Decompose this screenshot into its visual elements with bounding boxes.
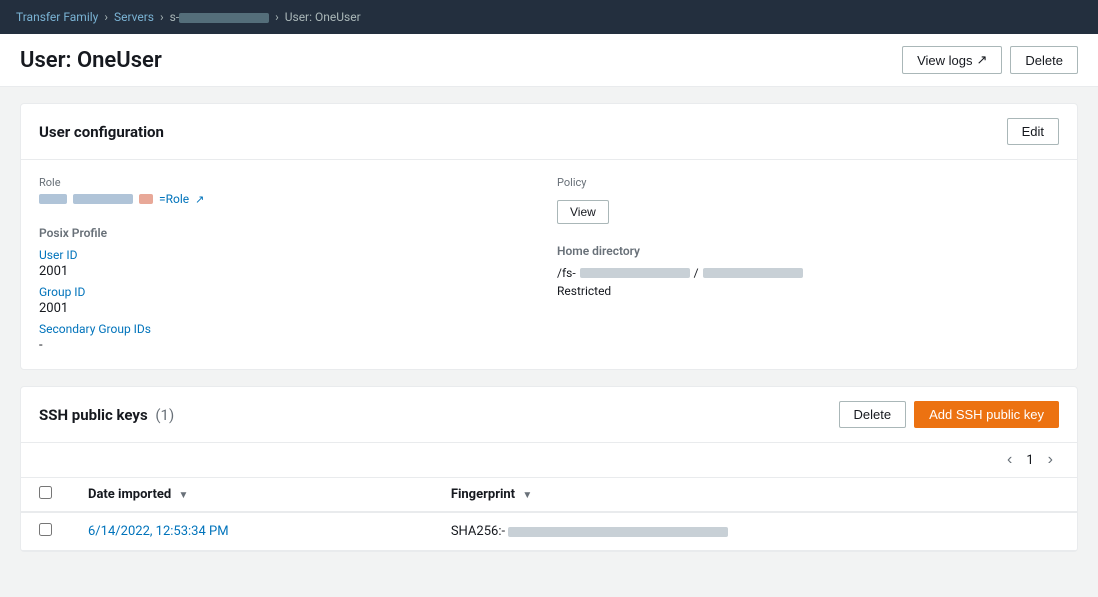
user-config-panel-header: User configuration Edit xyxy=(21,104,1077,160)
restricted-badge: Restricted xyxy=(557,284,1059,298)
fingerprint-col-label: Fingerprint xyxy=(451,487,515,502)
fingerprint-redacted xyxy=(508,527,728,537)
breadcrumb-sep-1: › xyxy=(104,10,108,24)
fingerprint-col-header: Fingerprint ▼ xyxy=(433,478,1077,512)
breadcrumb-sep-2: › xyxy=(160,10,164,24)
role-link[interactable]: =Role xyxy=(159,192,189,206)
breadcrumb-link-transfer-family[interactable]: Transfer Family xyxy=(16,10,98,24)
page-header: User: OneUser View logs ↗ Delete xyxy=(0,34,1098,87)
delete-button[interactable]: Delete xyxy=(1010,46,1078,74)
home-directory-section: Home directory /fs- / Restricted xyxy=(557,244,1059,298)
policy-section: Policy View xyxy=(557,176,1059,224)
date-col-label: Date imported xyxy=(88,487,171,502)
pagination-prev-button[interactable]: ‹ xyxy=(1001,449,1018,471)
policy-label: Policy xyxy=(557,176,1059,189)
row-checkbox[interactable] xyxy=(39,523,52,536)
group-id-value: 2001 xyxy=(39,301,541,316)
home-dir-row: /fs- / xyxy=(557,266,1059,280)
ssh-panel-header: SSH public keys (1) Delete Add SSH publi… xyxy=(21,387,1077,443)
ssh-keys-panel: SSH public keys (1) Delete Add SSH publi… xyxy=(20,386,1078,552)
user-id-label: User ID xyxy=(39,248,541,262)
ssh-keys-count: (1) xyxy=(155,406,174,424)
main-content: User configuration Edit Role =Role ↗ xyxy=(0,87,1098,568)
checkbox-col-header xyxy=(21,478,70,512)
view-logs-label: View logs xyxy=(917,53,972,68)
view-policy-button[interactable]: View xyxy=(557,200,609,224)
fingerprint-prefix: SHA256:- xyxy=(451,524,505,539)
home-dir-label: Home directory xyxy=(557,244,1059,258)
date-cell: 6/14/2022, 12:53:34 PM xyxy=(70,512,433,551)
role-row: =Role ↗ xyxy=(39,192,541,206)
pagination: ‹ 1 › xyxy=(21,443,1077,478)
role-external-icon: ↗ xyxy=(195,193,204,206)
user-config-two-col: Role =Role ↗ Posix Profile User ID 2001 xyxy=(39,176,1059,353)
home-dir-redact-2 xyxy=(703,268,803,278)
secondary-group-label: Secondary Group IDs xyxy=(39,322,541,336)
fingerprint-cell: SHA256:- xyxy=(433,512,1077,551)
ssh-keys-title-text: SSH public keys xyxy=(39,406,148,424)
role-redacted-3 xyxy=(139,194,153,204)
breadcrumb-current: User: OneUser xyxy=(285,10,361,24)
secondary-group-value: - xyxy=(39,338,541,353)
ssh-keys-table-body: 6/14/2022, 12:53:34 PM SHA256:- xyxy=(21,512,1077,551)
header-actions: View logs ↗ Delete xyxy=(902,46,1078,74)
date-link[interactable]: 6/14/2022, 12:53:34 PM xyxy=(88,524,229,539)
ssh-delete-button[interactable]: Delete xyxy=(839,401,907,428)
role-section: Role =Role ↗ xyxy=(39,176,541,206)
ssh-keys-table: Date imported ▼ Fingerprint ▼ 6/14/2022, xyxy=(21,478,1077,551)
select-all-checkbox[interactable] xyxy=(39,486,52,499)
date-col-header: Date imported ▼ xyxy=(70,478,433,512)
ssh-keys-title: SSH public keys (1) xyxy=(39,406,174,424)
role-label: Role xyxy=(39,176,541,189)
breadcrumb-sep-3: › xyxy=(275,10,279,24)
role-redacted-2 xyxy=(73,194,133,204)
view-logs-button[interactable]: View logs ↗ xyxy=(902,46,1002,74)
home-dir-prefix: /fs- xyxy=(557,266,576,280)
breadcrumb-server-id: s- xyxy=(170,10,270,24)
ssh-actions: Delete Add SSH public key xyxy=(839,401,1059,428)
breadcrumb: Transfer Family › Servers › s- › User: O… xyxy=(16,10,361,24)
page-title: User: OneUser xyxy=(20,48,162,73)
role-redacted-1 xyxy=(39,194,67,204)
user-config-left: Role =Role ↗ Posix Profile User ID 2001 xyxy=(39,176,541,353)
external-link-icon: ↗ xyxy=(977,52,988,68)
user-id-value: 2001 xyxy=(39,264,541,279)
breadcrumb-server-id-text: s- xyxy=(170,10,180,24)
user-config-body: Role =Role ↗ Posix Profile User ID 2001 xyxy=(21,160,1077,369)
home-dir-redact-1 xyxy=(580,268,690,278)
ssh-keys-header-row: Date imported ▼ Fingerprint ▼ xyxy=(21,478,1077,512)
top-bar: Transfer Family › Servers › s- › User: O… xyxy=(0,0,1098,34)
group-id-label: Group ID xyxy=(39,285,541,299)
posix-title: Posix Profile xyxy=(39,226,541,240)
date-sort-icon[interactable]: ▼ xyxy=(178,490,188,501)
add-ssh-key-button[interactable]: Add SSH public key xyxy=(914,401,1059,428)
user-config-panel: User configuration Edit Role =Role ↗ xyxy=(20,103,1078,370)
posix-section: Posix Profile User ID 2001 Group ID 2001… xyxy=(39,226,541,353)
pagination-next-button[interactable]: › xyxy=(1042,449,1059,471)
pagination-current: 1 xyxy=(1026,453,1033,468)
edit-button[interactable]: Edit xyxy=(1007,118,1059,145)
breadcrumb-server-redacted xyxy=(179,13,269,23)
row-checkbox-cell xyxy=(21,512,70,551)
ssh-keys-table-head: Date imported ▼ Fingerprint ▼ xyxy=(21,478,1077,512)
home-dir-slash: / xyxy=(694,266,699,280)
user-config-title: User configuration xyxy=(39,123,164,141)
table-row: 6/14/2022, 12:53:34 PM SHA256:- xyxy=(21,512,1077,551)
fingerprint-sort-icon[interactable]: ▼ xyxy=(522,490,532,501)
breadcrumb-link-servers[interactable]: Servers xyxy=(114,10,154,24)
user-config-right: Policy View Home directory /fs- / Restri… xyxy=(557,176,1059,353)
